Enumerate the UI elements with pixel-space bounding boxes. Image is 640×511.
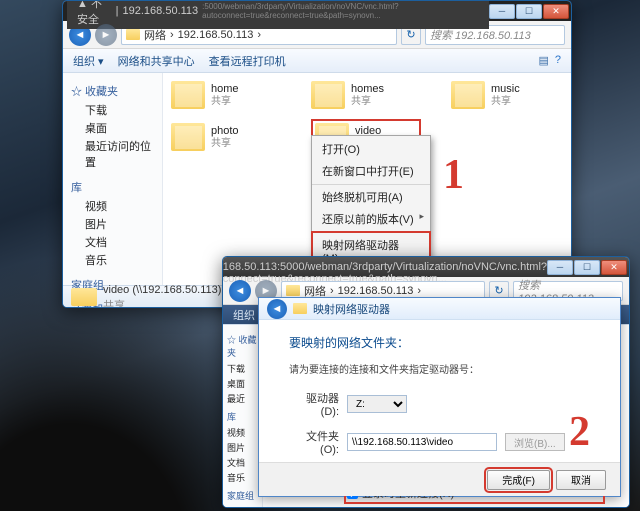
sidebar-item-pictures[interactable]: 图片 — [225, 440, 260, 455]
drive-icon — [293, 303, 307, 314]
nav-back-button[interactable]: ◄ — [229, 280, 251, 302]
sidebar-item-desktop[interactable]: 桌面 — [225, 376, 260, 391]
sidebar-libraries[interactable]: 库 — [225, 410, 260, 423]
close-button[interactable]: ✕ — [601, 260, 627, 275]
sidebar-item-downloads[interactable]: 下载 — [225, 361, 260, 376]
sidebar-item-music[interactable]: 音乐 — [225, 470, 260, 485]
sidebar-item-desktop[interactable]: 桌面 — [71, 119, 156, 137]
ctx-offline-available[interactable]: 始终脱机可用(A) — [312, 184, 430, 208]
maximize-button[interactable]: ☐ — [574, 260, 600, 275]
folder-photo[interactable]: photo共享 — [171, 119, 281, 155]
wizard-titlebar: ◄ 映射网络驱动器 — [259, 298, 620, 320]
browser-tabstrip: ▲ 不安全 | 192.168.50.113 :5000/webman/3rdp… — [63, 1, 571, 21]
sidebar-item-pictures[interactable]: 图片 — [71, 215, 156, 233]
wizard-subtext: 请为要连接的连接和文件夹指定驱动器号： — [289, 361, 602, 376]
sidebar: ☆ 收藏夹 下载 桌面 最近访问的位置 库 视频 图片 文档 音乐 家庭组 计算… — [63, 73, 163, 285]
explorer-window-2: ▲ 不安全 | 192.168.50.113:5000/webman/3rdpa… — [222, 256, 630, 508]
map-network-drive-wizard: ◄ 映射网络驱动器 要映射的网络文件夹： 请为要连接的连接和文件夹指定驱动器号：… — [258, 297, 621, 497]
checkbox-othercred-input[interactable] — [347, 508, 358, 509]
folder-music[interactable]: music共享 — [451, 81, 561, 109]
folder-home[interactable]: home共享 — [171, 81, 281, 109]
wizard-title-text: 映射网络驱动器 — [313, 301, 390, 317]
sidebar-item-videos[interactable]: 视频 — [225, 425, 260, 440]
browser-tab[interactable]: ▲ 不安全 | 192.168.50.113 :5000/webman/3rdp… — [67, 0, 489, 29]
folder-icon — [171, 123, 205, 151]
close-button[interactable]: ✕ — [543, 4, 569, 19]
network-icon — [126, 29, 140, 40]
folder-input[interactable] — [347, 433, 497, 451]
folder-icon — [451, 81, 485, 109]
sidebar: ☆ 收藏夹 下载 桌面 最近 库 视频 图片 文档 音乐 家庭组 计算机 网络 — [223, 325, 263, 507]
browse-button[interactable]: 浏览(B)... — [505, 433, 565, 451]
minimize-button[interactable]: ─ — [489, 4, 515, 19]
checkbox-other-credentials[interactable]: 使用其他凭据连接(C) — [347, 505, 602, 508]
folder-icon — [311, 81, 345, 109]
annotation-step-1: 1 — [443, 151, 464, 199]
ctx-open[interactable]: 打开(O) — [312, 138, 430, 160]
network-icon — [286, 285, 300, 296]
cancel-button[interactable]: 取消 — [556, 470, 606, 490]
sidebar-favorites[interactable]: ☆ 收藏夹 — [225, 333, 260, 359]
sidebar-item-videos[interactable]: 视频 — [71, 197, 156, 215]
ctx-previous-versions[interactable]: 还原以前的版本(V) — [312, 208, 430, 230]
wizard-footer: 完成(F) 取消 — [259, 462, 620, 496]
toolbar-organize[interactable]: 组织 ▾ — [73, 53, 104, 69]
insecure-badge: ▲ 不安全 — [77, 0, 112, 27]
sidebar-libraries[interactable]: 库 — [71, 179, 156, 195]
finish-button[interactable]: 完成(F) — [487, 470, 550, 490]
sidebar-item-documents[interactable]: 文档 — [71, 233, 156, 251]
drive-label: 驱动器(D): — [289, 390, 339, 418]
nav-forward-button[interactable]: ► — [95, 24, 117, 46]
view-icons-button[interactable]: ▤ — [538, 54, 548, 67]
toolbar: 组织 ▾ 网络和共享中心 查看远程打印机 ▤ ? — [63, 49, 571, 73]
sidebar-item-recent[interactable]: 最近访问的位置 — [71, 137, 156, 171]
folder-content-area: home共享 homes共享 music共享 photo共享 video共享 — [163, 73, 571, 285]
help-button[interactable]: ? — [555, 54, 561, 67]
sidebar-item-recent[interactable]: 最近 — [225, 391, 260, 406]
folder-icon — [171, 81, 205, 109]
status-folder-icon — [71, 288, 97, 306]
sidebar-item-downloads[interactable]: 下载 — [71, 101, 156, 119]
sidebar-favorites[interactable]: ☆ 收藏夹 — [71, 83, 156, 99]
toolbar-network-center[interactable]: 网络和共享中心 — [118, 53, 195, 69]
sidebar-item-music[interactable]: 音乐 — [71, 251, 156, 269]
folder-homes[interactable]: homes共享 — [311, 81, 421, 109]
win2-titlebar: ▲ 不安全 | 192.168.50.113:5000/webman/3rdpa… — [223, 257, 629, 277]
wizard-back-button[interactable]: ◄ — [267, 299, 287, 319]
sidebar-homegroup[interactable]: 家庭组 — [225, 489, 260, 502]
ctx-open-new-window[interactable]: 在新窗口中打开(E) — [312, 160, 430, 182]
sidebar-computer[interactable]: 计算机 — [225, 506, 260, 508]
toolbar-remote-printers[interactable]: 查看远程打印机 — [209, 53, 286, 69]
folder-label: 文件夹(O): — [289, 428, 339, 456]
browser-tab-url: 192.168.50.113 — [123, 5, 199, 17]
annotation-step-2: 2 — [569, 408, 590, 456]
breadcrumb-host: 192.168.50.113 — [178, 29, 254, 41]
drive-select[interactable]: Z: — [347, 395, 407, 413]
sidebar-item-documents[interactable]: 文档 — [225, 455, 260, 470]
wizard-heading: 要映射的网络文件夹： — [289, 334, 602, 351]
maximize-button[interactable]: ☐ — [516, 4, 542, 19]
minimize-button[interactable]: ─ — [547, 260, 573, 275]
